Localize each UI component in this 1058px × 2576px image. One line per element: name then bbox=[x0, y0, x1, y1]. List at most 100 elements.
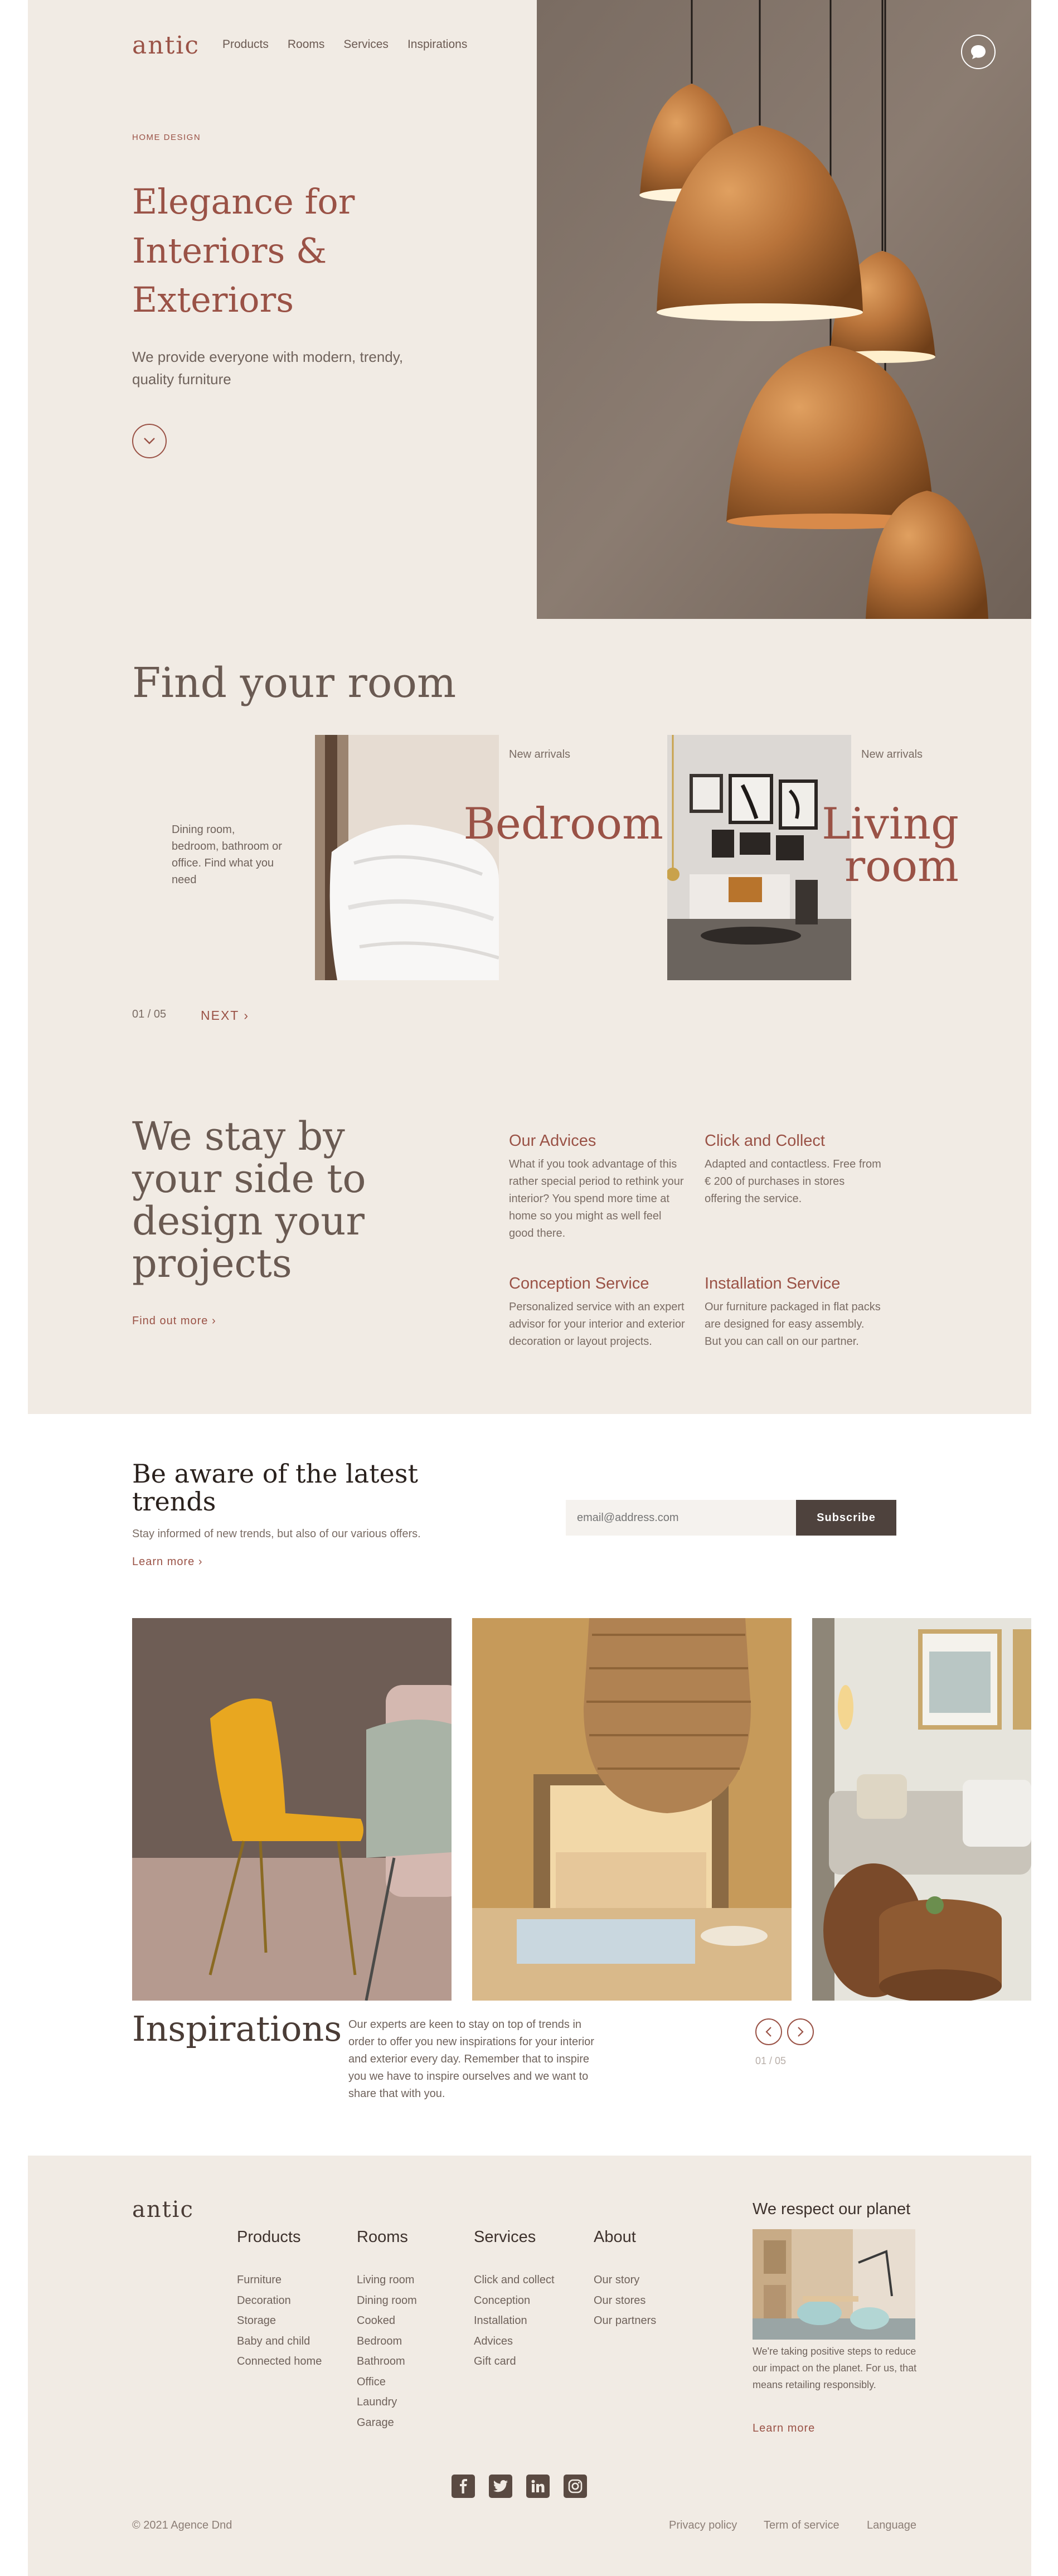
footer-link[interactable]: Laundry bbox=[357, 2392, 417, 2413]
footer-link[interactable]: Garage bbox=[357, 2413, 417, 2433]
page: antic Products Rooms Services Inspiratio… bbox=[28, 0, 1031, 2576]
card-name-living-line1: Living bbox=[822, 799, 959, 849]
learn-more-label: Learn more bbox=[132, 1556, 195, 1568]
service-our-advices: Our Advices What if you took advantage o… bbox=[509, 1132, 687, 1242]
inspirations-title: Inspirations bbox=[132, 2008, 342, 2049]
card-tag-living-room: New arrivals bbox=[861, 748, 923, 761]
footer-link[interactable]: Our story bbox=[594, 2270, 656, 2291]
footer-link[interactable]: Baby and child bbox=[237, 2331, 322, 2352]
footer-link[interactable]: Click and collect bbox=[474, 2270, 555, 2291]
hero-title: Elegance for Interiors & Exteriors bbox=[132, 181, 355, 320]
footer-link[interactable]: Decoration bbox=[237, 2291, 322, 2311]
hero-image-pendant-lamps bbox=[537, 0, 1031, 619]
nav-services[interactable]: Services bbox=[343, 38, 389, 51]
service-title: Conception Service bbox=[509, 1275, 649, 1292]
inspirations-text: Our experts are keen to stay on top of t… bbox=[348, 2018, 594, 2100]
service-installation: Installation Service Our furniture packa… bbox=[705, 1275, 883, 1350]
footer-link[interactable]: Bedroom bbox=[357, 2331, 417, 2352]
main-nav: Products Rooms Services Inspirations bbox=[222, 38, 467, 51]
footer-link[interactable]: Gift card bbox=[474, 2351, 555, 2372]
footer-link[interactable]: Living room bbox=[357, 2270, 417, 2291]
footer-column-services: Services Click and collect Conception In… bbox=[474, 2228, 555, 2372]
chevron-down-icon bbox=[144, 438, 155, 444]
footer-link[interactable]: Our stores bbox=[594, 2291, 656, 2311]
rooms-counter: 01 / 05 bbox=[132, 1008, 167, 1020]
chevron-right-icon: › bbox=[198, 1556, 203, 1568]
planet-title: We respect our planet bbox=[753, 2200, 911, 2218]
logo[interactable]: antic bbox=[132, 31, 200, 60]
planet-learn-more-link[interactable]: Learn more bbox=[753, 2422, 815, 2435]
twitter-icon[interactable] bbox=[489, 2475, 512, 2498]
service-text: Adapted and contactless. Free from € 200… bbox=[705, 1158, 881, 1205]
chevron-left-icon bbox=[765, 2027, 771, 2037]
facebook-icon[interactable] bbox=[452, 2475, 475, 2498]
chevron-right-icon: › bbox=[211, 1315, 216, 1327]
footer-link[interactable]: Office bbox=[357, 2372, 417, 2393]
footer-column-title: Services bbox=[474, 2228, 536, 2246]
nav-rooms[interactable]: Rooms bbox=[288, 38, 325, 51]
services-title: We stay by your side to design your proj… bbox=[132, 1113, 366, 1286]
newsletter-title: Be aware of the latest trends bbox=[132, 1459, 418, 1517]
footer-link[interactable]: Conception bbox=[474, 2291, 555, 2311]
footer-link[interactable]: Installation bbox=[474, 2311, 555, 2331]
find-out-more-link[interactable]: Find out more › bbox=[132, 1315, 216, 1328]
term-of-service-link[interactable]: Term of service bbox=[764, 2519, 839, 2532]
card-name-bedroom[interactable]: Bedroom bbox=[452, 802, 663, 846]
next-button[interactable]: NEXT › bbox=[201, 1008, 249, 1023]
footer-column-products: Products Furniture Decoration Storage Ba… bbox=[237, 2228, 322, 2372]
next-label: NEXT bbox=[201, 1008, 239, 1023]
footer-column-about: About Our story Our stores Our partners bbox=[594, 2228, 656, 2331]
chevron-right-icon bbox=[798, 2027, 804, 2037]
planet-text: We're taking positive steps to reduce ou… bbox=[753, 2346, 917, 2390]
service-text: Personalized service with an expert advi… bbox=[509, 1301, 685, 1348]
prev-inspiration-button[interactable] bbox=[755, 2018, 782, 2045]
service-title: Installation Service bbox=[705, 1275, 841, 1292]
footer-logo[interactable]: antic bbox=[132, 2197, 194, 2222]
chevron-right-icon: › bbox=[244, 1008, 249, 1023]
chat-icon bbox=[971, 45, 986, 59]
footer-link[interactable]: Storage bbox=[237, 2311, 322, 2331]
nav-inspirations[interactable]: Inspirations bbox=[407, 38, 467, 51]
newsletter-learn-more-link[interactable]: Learn more › bbox=[132, 1556, 203, 1568]
scroll-down-button[interactable] bbox=[132, 424, 167, 458]
rooms-description: Dining room, bedroom, bathroom or office… bbox=[172, 824, 282, 886]
copyright: © 2021 Agence Dnd bbox=[132, 2519, 232, 2531]
hero-subtitle: We provide everyone with modern, trendy,… bbox=[132, 348, 404, 388]
subscribe-button[interactable]: Subscribe bbox=[796, 1500, 896, 1536]
footer-link[interactable]: Cooked bbox=[357, 2311, 417, 2331]
linkedin-icon[interactable] bbox=[526, 2475, 550, 2498]
nav-products[interactable]: Products bbox=[222, 38, 269, 51]
inspiration-image-living-room[interactable] bbox=[812, 1618, 1031, 2001]
chat-button[interactable] bbox=[961, 35, 996, 69]
inspiration-image-kitchen[interactable] bbox=[472, 1618, 792, 2001]
privacy-policy-link[interactable]: Privacy policy bbox=[669, 2519, 737, 2532]
footer-column-title: Rooms bbox=[357, 2228, 408, 2246]
next-inspiration-button[interactable] bbox=[787, 2018, 814, 2045]
service-conception: Conception Service Personalized service … bbox=[509, 1275, 687, 1350]
footer-column-rooms: Rooms Living room Dining room Cooked Bed… bbox=[357, 2228, 417, 2433]
inspiration-image-chairs[interactable] bbox=[132, 1618, 452, 2001]
card-tag-bedroom: New arrivals bbox=[509, 748, 571, 761]
inspirations-counter: 01 / 05 bbox=[755, 2055, 787, 2066]
find-out-more-label: Find out more bbox=[132, 1315, 208, 1327]
bedroom-image[interactable] bbox=[315, 735, 499, 980]
hero-eyebrow: HOME DESIGN bbox=[132, 133, 201, 142]
footer-link[interactable]: Dining room bbox=[357, 2291, 417, 2311]
footer-column-title: Products bbox=[237, 2228, 301, 2246]
service-title: Our Advices bbox=[509, 1132, 596, 1150]
service-click-and-collect: Click and Collect Adapted and contactles… bbox=[705, 1132, 883, 1208]
service-text: What if you took advantage of this rathe… bbox=[509, 1158, 684, 1239]
footer-link[interactable]: Advices bbox=[474, 2331, 555, 2352]
footer-link[interactable]: Furniture bbox=[237, 2270, 322, 2291]
footer-link[interactable]: Bathroom bbox=[357, 2351, 417, 2372]
footer-column-title: About bbox=[594, 2228, 636, 2246]
card-name-living-room[interactable]: Living room bbox=[775, 799, 959, 888]
newsletter-subtitle: Stay informed of new trends, but also of… bbox=[132, 1528, 421, 1540]
instagram-icon[interactable] bbox=[564, 2475, 587, 2498]
footer-link[interactable]: Connected home bbox=[237, 2351, 322, 2372]
footer-link[interactable]: Our partners bbox=[594, 2311, 656, 2331]
service-text: Our furniture packaged in flat packs are… bbox=[705, 1301, 881, 1348]
email-input[interactable] bbox=[566, 1500, 800, 1536]
language-link[interactable]: Language bbox=[867, 2519, 916, 2532]
rooms-title: Find your room bbox=[132, 659, 457, 707]
